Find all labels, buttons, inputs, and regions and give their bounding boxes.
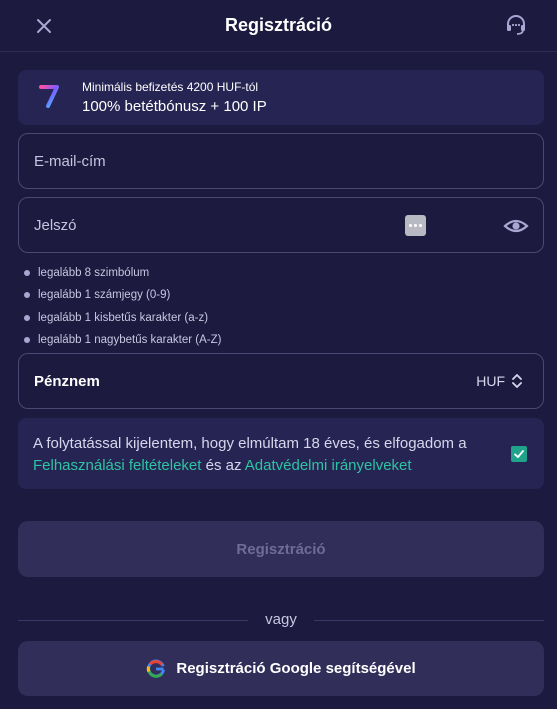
- header: Regisztráció: [0, 0, 557, 52]
- seven-logo-icon: [39, 85, 59, 108]
- headset-icon: [507, 15, 525, 35]
- bullet-icon: [24, 270, 30, 277]
- bonus-min-deposit: Minimális befizetés 4200 HUF-tól: [82, 80, 259, 94]
- bullet-icon: [24, 337, 30, 344]
- bonus-offer: 100% betétbónusz + 100 IP: [82, 98, 267, 115]
- consent-text: A folytatással kijelentem, hogy elmúltam…: [33, 435, 467, 474]
- eye-icon[interactable]: [503, 213, 529, 239]
- terms-consent: A folytatással kijelentem, hogy elmúltam…: [18, 418, 544, 489]
- close-icon: [37, 19, 51, 33]
- password-field-wrapper: [18, 197, 544, 253]
- google-signup-label: Regisztráció Google segítségével: [176, 660, 416, 677]
- bonus-banner: Minimális befizetés 4200 HUF-tól 100% be…: [18, 70, 544, 125]
- close-button[interactable]: [30, 12, 58, 40]
- password-manager-icon[interactable]: [405, 215, 426, 236]
- currency-value: HUF: [476, 373, 505, 389]
- divider-line: [314, 620, 544, 621]
- currency-label: Pénznem: [34, 372, 100, 390]
- page-title: Regisztráció: [224, 15, 333, 35]
- bullet-icon: [24, 292, 30, 299]
- or-divider: vagy: [18, 610, 544, 630]
- register-button[interactable]: Regisztráció: [18, 521, 544, 577]
- privacy-link[interactable]: Adatvédelmi irányelveket: [245, 457, 412, 474]
- password-rules: legalább 8 szimbólum legalább 1 számjegy…: [24, 262, 324, 351]
- checkmark-icon: [514, 450, 524, 458]
- password-rule: legalább 1 kisbetűs karakter (a-z): [24, 307, 324, 329]
- password-rule: legalább 1 nagybetűs karakter (A-Z): [24, 329, 324, 351]
- email-field[interactable]: [19, 134, 543, 188]
- google-icon: [147, 659, 166, 678]
- consent-checkbox[interactable]: [511, 446, 527, 462]
- google-signup-button[interactable]: Regisztráció Google segítségével: [18, 641, 544, 696]
- email-field-wrapper: [18, 133, 544, 189]
- currency-select[interactable]: Pénznem HUF: [18, 353, 544, 409]
- password-rule: legalább 8 szimbólum: [24, 262, 324, 284]
- password-rule: legalább 1 számjegy (0-9): [24, 284, 324, 306]
- password-field[interactable]: [19, 198, 543, 252]
- terms-link[interactable]: Felhasználási feltételeket: [33, 457, 201, 474]
- chevron-up-down-icon: [512, 374, 522, 388]
- support-button[interactable]: [501, 10, 531, 40]
- bullet-icon: [24, 314, 30, 321]
